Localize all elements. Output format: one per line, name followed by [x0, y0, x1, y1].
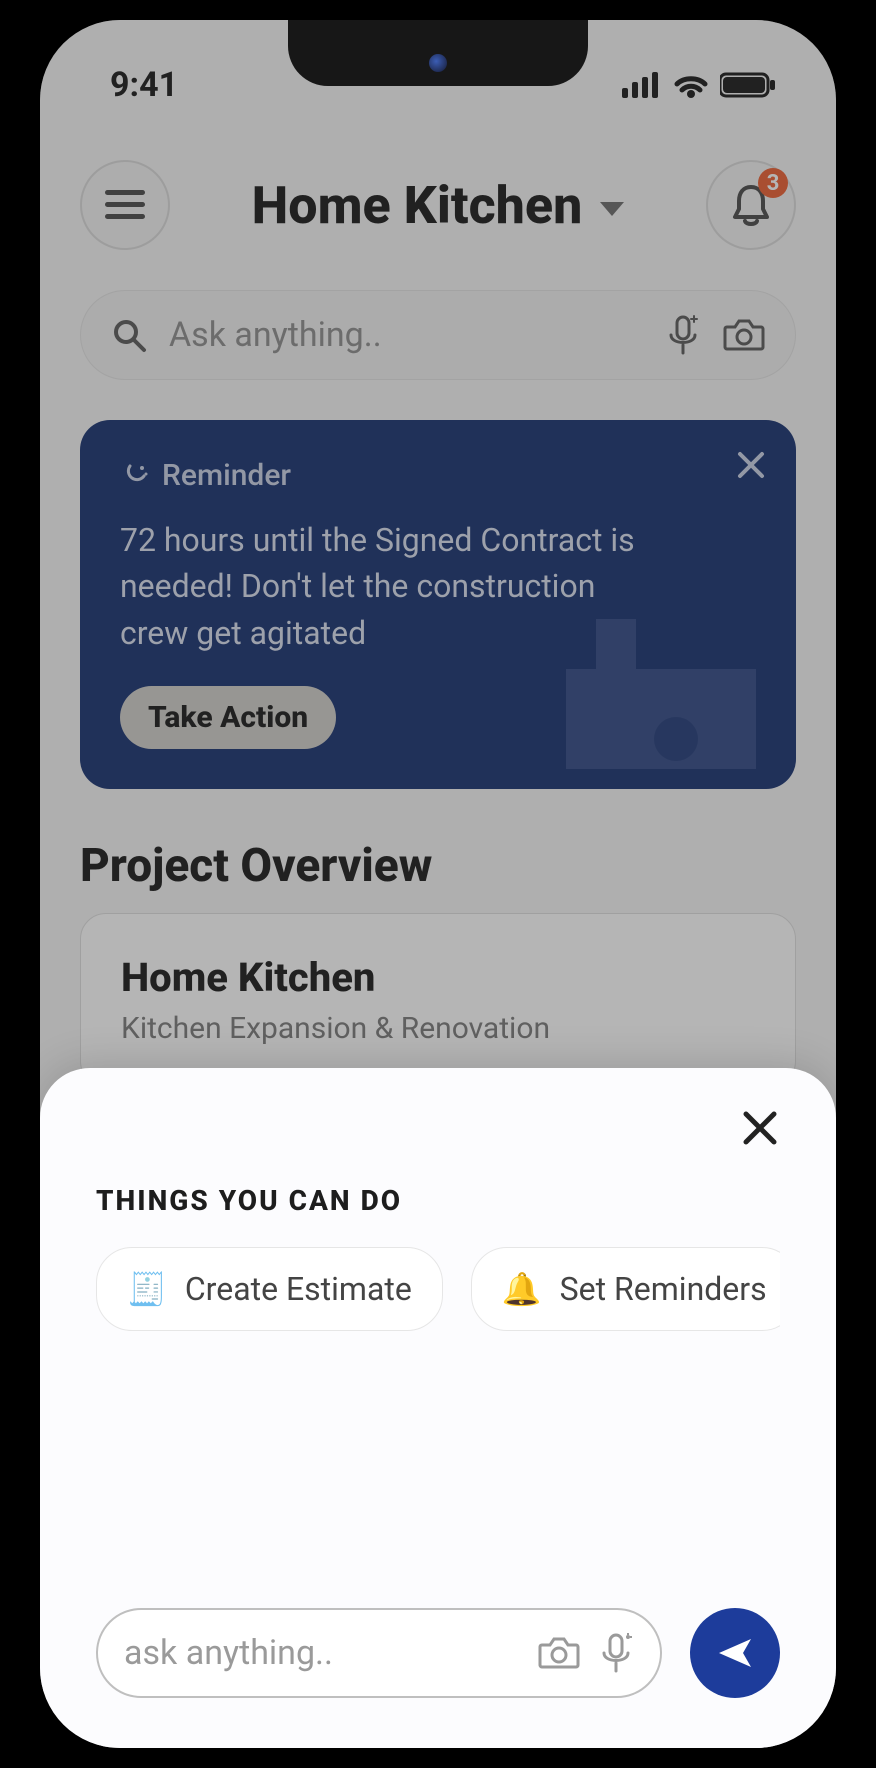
chip-label: Set Reminders — [560, 1270, 767, 1308]
assistant-sheet: THINGS YOU CAN DO 🧾 Create Estimate 🔔 Se… — [40, 1068, 836, 1748]
camera-icon[interactable] — [538, 1635, 580, 1671]
sheet-heading: THINGS YOU CAN DO — [96, 1184, 780, 1217]
chip-create-estimate[interactable]: 🧾 Create Estimate — [96, 1247, 443, 1331]
sheet-close-button[interactable] — [740, 1108, 780, 1152]
mic-icon[interactable] — [598, 1633, 634, 1673]
receipt-icon: 🧾 — [127, 1270, 167, 1308]
chip-label: Create Estimate — [185, 1270, 412, 1308]
suggestion-chip-row: 🧾 Create Estimate 🔔 Set Reminders ⚙️ C — [96, 1247, 780, 1335]
close-icon — [740, 1108, 780, 1148]
chip-set-reminders[interactable]: 🔔 Set Reminders — [471, 1247, 780, 1331]
assistant-input-placeholder: ask anything.. — [124, 1633, 520, 1673]
send-button[interactable] — [690, 1608, 780, 1698]
send-icon — [715, 1633, 755, 1673]
assistant-input[interactable]: ask anything.. — [96, 1608, 662, 1698]
bell-icon: 🔔 — [502, 1270, 542, 1308]
